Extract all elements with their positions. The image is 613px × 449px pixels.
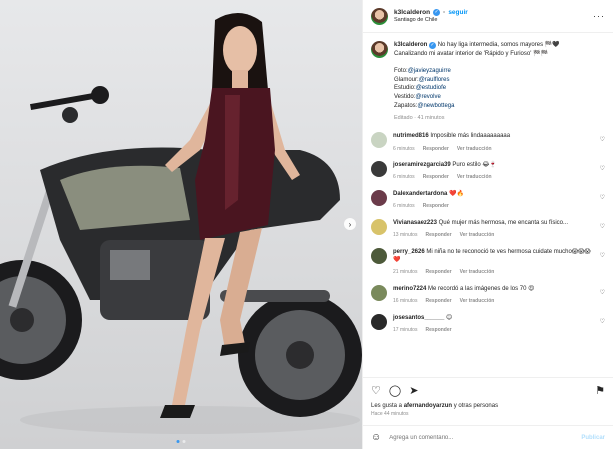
caption-credit: Estudio:@estudiofe [394, 85, 447, 92]
caption-avatar[interactable] [371, 41, 388, 58]
next-image-button[interactable]: › [344, 218, 356, 230]
like-comment-icon[interactable]: ♡ [600, 289, 605, 296]
comment-username[interactable]: nutrimed816 [393, 133, 429, 139]
comment-username[interactable]: merino7224 [393, 286, 426, 292]
comment-username[interactable]: Dalexandertardona [393, 191, 447, 197]
comment-item: Dalexandertardona ❤️🔥 6 minutos Responder… [371, 190, 605, 210]
caption-line-2: Canalizando mi avatar interior de 'Rápid… [394, 50, 548, 57]
more-options-icon[interactable]: ··· [593, 11, 605, 21]
comment-avatar[interactable] [371, 313, 387, 330]
reply-button[interactable]: Responder [425, 269, 451, 276]
caption-credit: Vestido:@revolve [394, 94, 441, 101]
caption-edited: Editado · 41 minutos [394, 114, 445, 121]
posted-time: Hace 44 minutos [371, 411, 409, 417]
post-location[interactable]: Santiago de Chile [394, 17, 468, 23]
comment-text: Me recordó a las imágenes de los 70 😍 [428, 285, 535, 292]
comment-item: perry_2626 Mi niña no te reconoció te ve… [371, 247, 605, 276]
comment-avatar[interactable] [371, 219, 387, 235]
verified-icon: ✓ [433, 9, 441, 17]
comment-item: merino7224 Me recordó a las imágenes de … [371, 284, 605, 305]
translate-button[interactable]: Ver traducción [460, 298, 495, 305]
comment-item: nutrimed816 Imposible más lindaaaaaaaaa … [371, 132, 605, 152]
like-comment-icon[interactable]: ♡ [600, 194, 605, 201]
emoji-icon[interactable]: ☺ [371, 432, 381, 443]
like-comment-icon[interactable]: ♡ [600, 136, 605, 143]
like-comment-icon[interactable]: ♡ [600, 165, 605, 172]
comment-icon[interactable]: ◯ [389, 384, 401, 397]
verified-icon: ✓ [429, 42, 437, 49]
comment-avatar[interactable] [371, 161, 387, 178]
comment-text: Imposible más lindaaaaaaaaa [430, 133, 511, 140]
reply-button[interactable]: Responder [425, 298, 451, 305]
reply-button[interactable]: Responder [425, 327, 451, 334]
separator-dot: · [443, 9, 446, 17]
comment-text: Puro estilo 😂🍷 [452, 162, 497, 169]
carousel-dot [176, 440, 180, 443]
caption-username[interactable]: k3lcalderon [394, 42, 427, 48]
comment-time: 6 minutos [393, 145, 415, 152]
translate-button[interactable]: Ver traducción [460, 232, 495, 239]
comment-time: 17 minutos [393, 326, 418, 333]
post-side-panel: k3lcalderon ✓ · seguir Santiago de Chile… [362, 0, 613, 449]
share-icon[interactable]: ➤ [409, 384, 418, 397]
comment-time: 6 minutos [393, 174, 415, 181]
comment-avatar[interactable] [371, 132, 387, 149]
credit-link[interactable]: @revolve [415, 94, 440, 100]
caption-credit: Zapatos:@newbottega [394, 102, 455, 109]
reply-button[interactable]: Responder [423, 174, 449, 181]
comment-username[interactable]: perry_2626 [393, 249, 425, 255]
caption-credit: Glamour:@raulflores [394, 76, 450, 83]
heart-icon[interactable]: ♡ [371, 384, 381, 397]
comment-text: ❤️🔥 [449, 191, 464, 198]
comment-username[interactable]: Vivianasaez223 [393, 220, 437, 226]
bookmark-icon[interactable]: ⚑ [595, 384, 605, 397]
comment-avatar[interactable] [371, 190, 387, 207]
post-caption: k3lcalderon ✓ No hay liga intermedia, so… [371, 41, 605, 122]
add-comment-bar: ☺ Publicar [363, 425, 613, 449]
credit-link[interactable]: @estudiofe [416, 85, 446, 91]
author-username[interactable]: k3lcalderon [394, 9, 430, 16]
like-comment-icon[interactable]: ♡ [600, 223, 605, 230]
comments-scroll[interactable]: k3lcalderon ✓ No hay liga intermedia, so… [363, 33, 613, 377]
translate-button[interactable]: Ver traducción [457, 174, 492, 181]
translate-button[interactable]: Ver traducción [457, 146, 492, 153]
post-photo [0, 12, 362, 434]
credit-link[interactable]: @newbottega [417, 103, 454, 109]
credit-link[interactable]: @raulflores [419, 77, 450, 83]
comment-text: Qué mujer más hermosa, me encanta su fís… [438, 220, 568, 226]
like-comment-icon[interactable]: ♡ [600, 318, 605, 325]
caption-credit: Foto:@javieyzaguirre [394, 68, 451, 75]
post-actions: ♡ ◯ ➤ ⚑ [363, 377, 613, 403]
comment-time: 13 minutos [393, 232, 418, 239]
comment-avatar[interactable] [371, 284, 387, 301]
credit-link[interactable]: @javieyzaguirre [408, 68, 451, 74]
comment-item: josesantos______ 😊 17 minutos Responder ♡ [371, 313, 605, 334]
post-header: k3lcalderon ✓ · seguir Santiago de Chile… [363, 0, 613, 33]
reply-button[interactable]: Responder [423, 146, 449, 153]
comment-username[interactable]: josesantos______ [393, 315, 444, 321]
follow-button[interactable]: seguir [448, 9, 468, 16]
caption-line-1: No hay liga intermedia, somos mayores 🏁🖤 [437, 42, 560, 48]
reply-button[interactable]: Responder [423, 203, 449, 210]
reply-button[interactable]: Responder [425, 232, 451, 239]
comment-username[interactable]: joseramirezgarcia39 [393, 162, 451, 168]
carousel-dot [182, 440, 186, 443]
author-avatar[interactable] [371, 7, 388, 25]
comment-input[interactable] [389, 434, 574, 441]
like-comment-icon[interactable]: ♡ [600, 252, 605, 259]
comment-item: Vivianasaez223 Qué mujer más hermosa, me… [371, 219, 605, 239]
translate-button[interactable]: Ver traducción [460, 269, 495, 276]
post-modal: › k3lcalderon ✓ · seguir Santiago de Chi… [0, 0, 613, 449]
comment-item: joseramirezgarcia39 Puro estilo 😂🍷 6 min… [371, 161, 605, 181]
comment-time: 6 minutos [393, 203, 415, 210]
comment-text: 😊 [446, 314, 453, 321]
post-image[interactable]: › [0, 0, 362, 449]
comment-avatar[interactable] [371, 247, 387, 264]
carousel-dots [176, 440, 186, 443]
comment-time: 21 minutos [393, 269, 418, 276]
publish-button[interactable]: Publicar [581, 435, 605, 441]
comment-time: 16 minutos [393, 297, 418, 304]
